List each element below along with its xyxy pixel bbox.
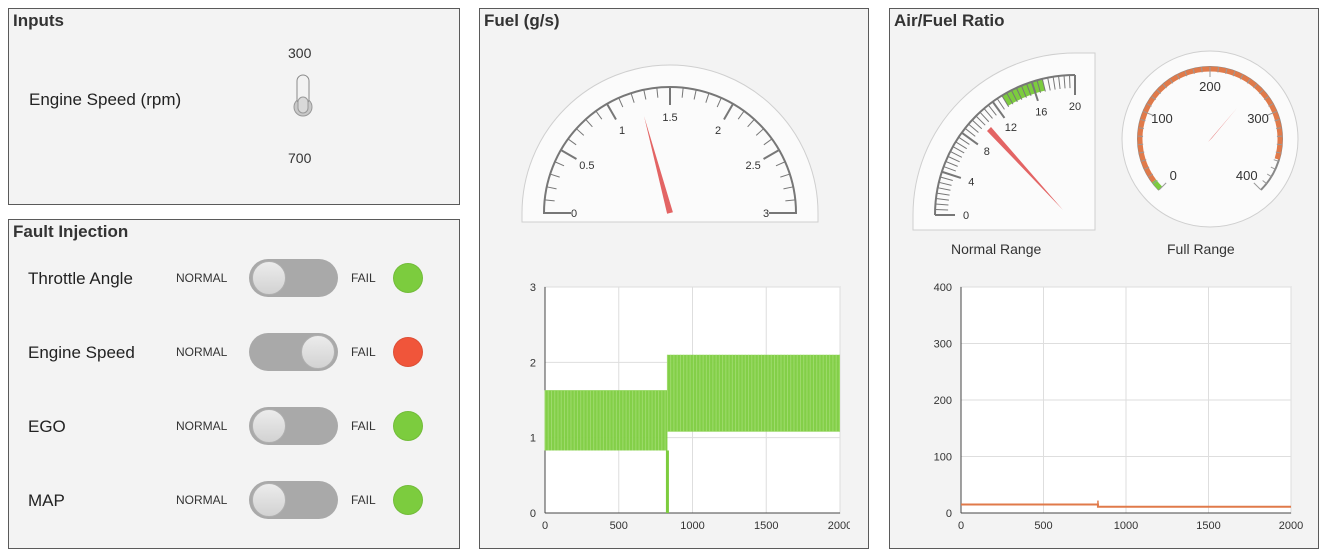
gauge-face: [1121, 50, 1299, 228]
gauge-tick-label: 100: [1151, 111, 1173, 126]
gauge-tick-label: 20: [1069, 101, 1081, 113]
gauge-tick-label: 200: [1199, 79, 1221, 94]
x-tick-label: 1500: [1196, 520, 1220, 532]
gauge-face: [912, 52, 1096, 231]
status-lamp: [393, 485, 423, 515]
gauge-tick-label: 0: [571, 208, 577, 220]
normal-label: NORMAL: [176, 345, 228, 359]
fault-row-label: MAP: [28, 491, 65, 510]
gauge-tick-label: 4: [968, 176, 974, 188]
gauge-tick-label: 0: [1170, 168, 1177, 183]
gauge-tick: [1217, 67, 1219, 73]
x-tick-label: 2000: [1279, 520, 1303, 532]
y-tick-label: 2: [530, 357, 536, 369]
switch-top-label: 300: [288, 45, 312, 61]
full-range-caption: Full Range: [1167, 241, 1235, 257]
gauge-tick: [935, 209, 949, 211]
x-tick-label: 2000: [828, 520, 850, 532]
fault-toggle-switch[interactable]: [249, 259, 338, 297]
gauge-tick-label: 400: [1236, 168, 1258, 183]
gauge-tick-label: 2: [715, 125, 721, 137]
normal-label: NORMAL: [176, 493, 228, 507]
y-tick-label: 1: [530, 433, 536, 445]
gauge-tick-label: 0: [963, 210, 969, 222]
y-tick-label: 100: [934, 452, 952, 464]
gauge-tick: [1069, 75, 1071, 89]
gauge-tick: [1201, 67, 1203, 73]
fault-toggle-switch[interactable]: [249, 333, 338, 371]
status-lamp: [393, 337, 423, 367]
fuel-gauge: 0 0.5 1 1.5 2 2.5 3: [521, 64, 819, 223]
toggle-knob[interactable]: [301, 335, 335, 369]
y-tick-label: 0: [530, 508, 536, 520]
normal-label: NORMAL: [176, 271, 228, 285]
switch-bottom-label: 700: [288, 150, 312, 166]
fail-label: FAIL: [351, 419, 376, 433]
y-tick-label: 400: [934, 282, 952, 294]
y-tick-label: 200: [934, 395, 952, 407]
fault-row-label: EGO: [28, 417, 66, 436]
fuel-panel: Fuel (g/s) 0 0.5 1 1.5 2 2.5 3 0 500 1000 1500 200…: [479, 8, 869, 549]
fail-label: FAIL: [351, 345, 376, 359]
fuel-title: Fuel (g/s): [484, 11, 560, 30]
fault-injection-title: Fault Injection: [13, 222, 129, 241]
status-lamp: [393, 411, 423, 441]
x-tick-label: 1000: [1114, 520, 1138, 532]
gauge-tick-label: 12: [1005, 122, 1017, 134]
x-tick-label: 500: [610, 520, 628, 532]
fail-label: FAIL: [351, 493, 376, 507]
x-tick-label: 0: [958, 520, 964, 532]
toggle-knob[interactable]: [252, 483, 286, 517]
fault-toggle-switch[interactable]: [249, 407, 338, 445]
gauge-tick-label: 8: [984, 146, 990, 158]
y-tick-label: 0: [946, 508, 952, 520]
x-tick-label: 1500: [754, 520, 778, 532]
toggle-knob[interactable]: [252, 409, 286, 443]
gauge-tick-label: 1: [619, 125, 625, 137]
afr-normal-range-gauge: 0 4 8 12 16 20: [912, 52, 1096, 231]
gauge-tick-label: 2.5: [745, 160, 760, 172]
gauge-tick-label: 3: [763, 208, 769, 220]
gauge-tick-label: 1.5: [662, 112, 677, 124]
gauge-tick-label: 0.5: [579, 160, 594, 172]
y-tick-label: 3: [530, 282, 536, 294]
engine-speed-label: Engine Speed (rpm): [29, 90, 182, 109]
air-fuel-ratio-title: Air/Fuel Ratio: [894, 11, 1005, 30]
fault-toggle-switch[interactable]: [249, 481, 338, 519]
normal-range-caption: Normal Range: [951, 241, 1042, 257]
fault-row-label: Engine Speed: [28, 343, 135, 362]
normal-label: NORMAL: [176, 419, 228, 433]
toggle-knob[interactable]: [252, 261, 286, 295]
fault-injection-panel: Fault Injection Throttle Angle NORMAL FAIL…: [8, 219, 460, 549]
gauge-tick-label: 300: [1247, 111, 1269, 126]
x-tick-label: 500: [1034, 520, 1052, 532]
inputs-title: Inputs: [13, 11, 64, 30]
air-fuel-ratio-chart: 0 500 1000 1500 2000 0 100 200 300 400: [934, 282, 1304, 532]
afr-full-range-gauge: 0 100 200 300 400: [1121, 50, 1299, 228]
inputs-panel: Inputs Engine Speed (rpm) 300 700: [8, 8, 460, 205]
y-tick-label: 300: [934, 339, 952, 351]
fuel-chart: 0 500 1000 1500 2000 0 1 2 3: [530, 282, 850, 532]
fault-row-label: Throttle Angle: [28, 269, 133, 288]
engine-speed-toggle-switch[interactable]: [286, 67, 320, 123]
fail-label: FAIL: [351, 271, 376, 285]
x-tick-label: 0: [542, 520, 548, 532]
gauge-tick-label: 16: [1035, 106, 1047, 118]
x-tick-label: 1000: [680, 520, 704, 532]
air-fuel-ratio-panel: Air/Fuel Ratio 0 4 8 12 16 20 Normal Range 0 1…: [889, 8, 1319, 549]
status-lamp: [393, 263, 423, 293]
